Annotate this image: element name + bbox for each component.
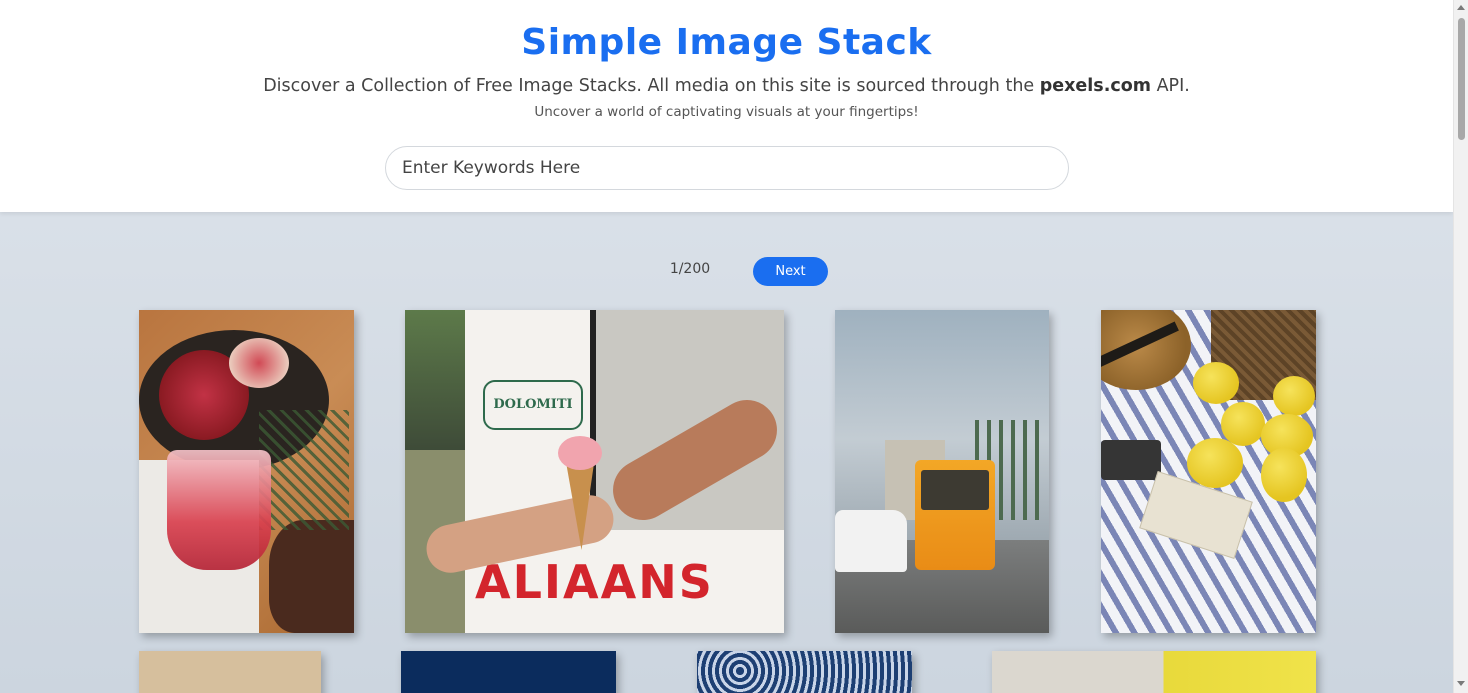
photo-shadow bbox=[269, 520, 354, 633]
photo-lemons-picnic[interactable] bbox=[1101, 310, 1316, 633]
photo-scoop bbox=[558, 436, 602, 470]
photo-lemon bbox=[1187, 438, 1243, 488]
search-input[interactable] bbox=[385, 146, 1069, 190]
photo-pomegranate-drink[interactable] bbox=[139, 310, 354, 633]
photo-lemon bbox=[1193, 362, 1239, 404]
photo-lemon bbox=[1261, 448, 1307, 502]
photo-yellow-tram[interactable] bbox=[835, 310, 1049, 633]
photo-lemon bbox=[1273, 376, 1315, 416]
scroll-up-arrow-icon[interactable] bbox=[1457, 5, 1465, 10]
photo-glass bbox=[167, 450, 271, 570]
page-scrollbar[interactable] bbox=[1453, 0, 1468, 693]
photo-lemon bbox=[1221, 402, 1265, 446]
subtitle-text: Discover a Collection of Free Image Stac… bbox=[263, 76, 1040, 96]
page-title: Simple Image Stack bbox=[521, 22, 932, 63]
subtitle-end: API. bbox=[1151, 76, 1190, 96]
photo-rosemary bbox=[259, 410, 349, 530]
photo-van bbox=[835, 510, 907, 572]
photo-tram-window bbox=[921, 470, 989, 510]
photo-truck-logo: DOLOMITI bbox=[483, 380, 583, 430]
photo-pomegranate-half bbox=[229, 338, 289, 388]
page-counter: 1/200 bbox=[669, 261, 711, 277]
photo-sand[interactable] bbox=[139, 651, 321, 693]
photo-pattern[interactable] bbox=[697, 651, 912, 693]
photo-camera bbox=[1101, 440, 1161, 480]
photo-yellow-wall[interactable] bbox=[992, 651, 1316, 693]
photo-book bbox=[1139, 471, 1253, 559]
photo-navy[interactable] bbox=[401, 651, 616, 693]
photo-ice-cream-truck[interactable]: DOLOMITI ALIAANS bbox=[405, 310, 784, 633]
page-subtitle: Discover a Collection of Free Image Stac… bbox=[0, 76, 1453, 96]
photo-truck-text: ALIAANS bbox=[475, 555, 714, 609]
source-link-text: pexels.com bbox=[1039, 76, 1151, 96]
next-button[interactable]: Next bbox=[753, 257, 828, 286]
site-header: Simple Image Stack Discover a Collection… bbox=[0, 0, 1453, 212]
scroll-down-arrow-icon[interactable] bbox=[1457, 681, 1465, 686]
scroll-thumb[interactable] bbox=[1458, 18, 1465, 140]
page-tagline: Uncover a world of captivating visuals a… bbox=[534, 104, 919, 120]
